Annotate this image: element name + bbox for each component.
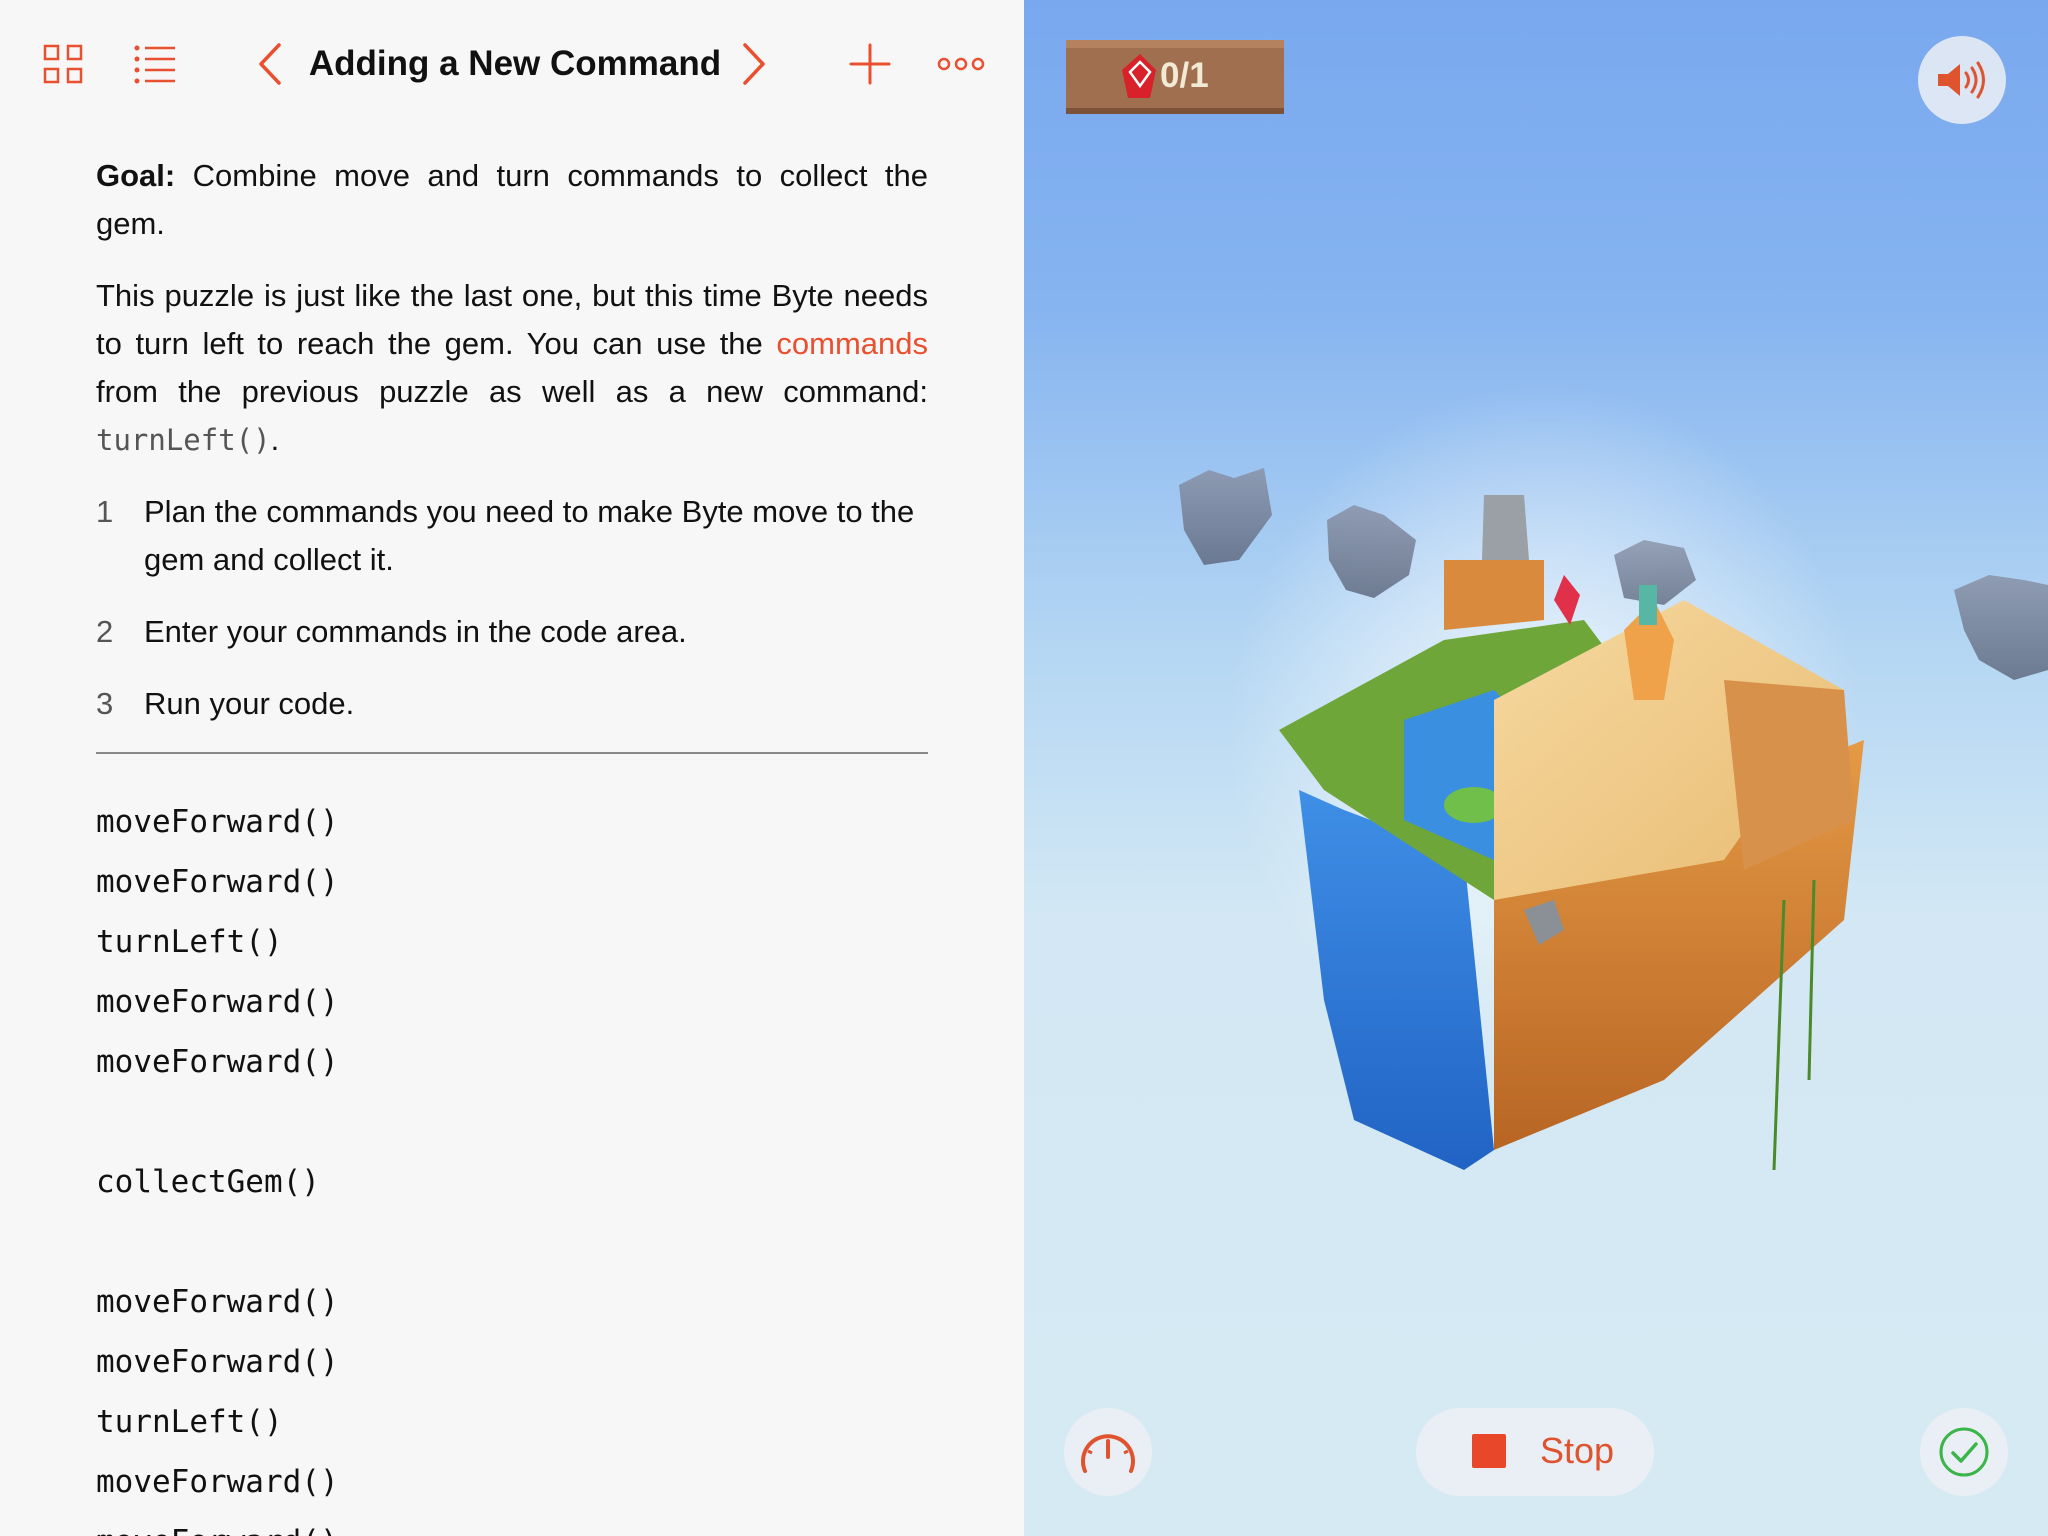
add-button[interactable] — [846, 36, 894, 92]
floating-rock — [1327, 505, 1416, 598]
inline-code: turnLeft() — [96, 423, 271, 457]
more-icon — [937, 57, 985, 71]
chevron-right-icon — [743, 43, 765, 85]
step-text: Run your code. — [144, 686, 355, 721]
description-paragraph: This puzzle is just like the last one, b… — [96, 272, 928, 464]
check-solution-button[interactable] — [1920, 1408, 2008, 1496]
divider — [96, 752, 928, 754]
code-line[interactable]: moveForward() — [96, 1332, 339, 1392]
plus-icon — [849, 43, 891, 85]
step-text: Enter your commands in the code area. — [144, 614, 687, 649]
stop-icon — [1472, 1434, 1506, 1468]
code-line[interactable]: moveForward() — [96, 1032, 339, 1092]
previous-page-button[interactable] — [252, 36, 288, 92]
list-icon — [134, 45, 175, 84]
checkmark-icon — [1939, 1427, 1989, 1477]
instructions-content: Goal: Combine move and turn commands to … — [96, 152, 928, 754]
steps-list: 1 Plan the commands you need to make Byte… — [96, 488, 928, 728]
speedometer-icon — [1081, 1434, 1135, 1473]
game-scene — [1179, 468, 2048, 1171]
page-title: Adding a New Command — [308, 44, 722, 83]
speaker-icon — [1938, 61, 1985, 99]
grid-view-button[interactable] — [40, 36, 86, 92]
step-number: 1 — [96, 494, 114, 529]
grid-icon — [43, 44, 83, 84]
glossary-list-button[interactable] — [130, 36, 180, 92]
code-line[interactable]: collectGem() — [96, 1152, 339, 1212]
step-item: 2 Enter your commands in the code area. — [96, 608, 928, 656]
description-text-2: from the previous puzzle as well as a ne… — [96, 374, 928, 409]
more-options-button[interactable] — [936, 36, 986, 92]
code-line[interactable] — [96, 1092, 339, 1152]
code-line[interactable]: moveForward() — [96, 852, 339, 912]
code-line[interactable]: moveForward() — [96, 1512, 339, 1536]
stop-button[interactable]: Stop — [1416, 1408, 1654, 1496]
next-page-button[interactable] — [736, 36, 772, 92]
chevron-left-icon — [259, 43, 281, 85]
game-view[interactable]: 0/1 Stop — [1024, 0, 2048, 1536]
puzzle-island — [1279, 495, 1864, 1171]
goal-paragraph: Goal: Combine move and turn commands to … — [96, 152, 928, 248]
code-line[interactable]: moveForward() — [96, 1272, 339, 1332]
code-line[interactable]: moveForward() — [96, 1452, 339, 1512]
goal-label: Goal: — [96, 158, 176, 193]
code-line[interactable]: moveForward() — [96, 792, 339, 852]
floating-rock — [1954, 575, 2048, 680]
commands-link[interactable]: commands — [776, 326, 928, 361]
code-editor[interactable]: moveForward() moveForward() turnLeft() m… — [96, 792, 339, 1536]
step-number: 2 — [96, 614, 114, 649]
code-line[interactable] — [96, 1212, 339, 1272]
stop-label: Stop — [1540, 1430, 1615, 1471]
step-item: 3 Run your code. — [96, 680, 928, 728]
code-line[interactable]: turnLeft() — [96, 912, 339, 972]
gem-counter: 0/1 — [1160, 56, 1209, 95]
code-line[interactable]: turnLeft() — [96, 1392, 339, 1452]
toolbar: Adding a New Command — [0, 0, 1024, 130]
step-number: 3 — [96, 686, 114, 721]
instructions-panel: Adding a New Command Goal: Combine move … — [0, 0, 1024, 1536]
code-line[interactable]: moveForward() — [96, 972, 339, 1032]
step-item: 1 Plan the commands you need to make Byte… — [96, 488, 928, 584]
floating-rock — [1179, 468, 1272, 565]
speed-button[interactable] — [1064, 1408, 1152, 1496]
step-text: Plan the commands you need to make Byte … — [144, 494, 915, 577]
description-end: . — [270, 422, 280, 457]
sound-button[interactable] — [1918, 36, 2006, 124]
goal-text: Combine move and turn commands to collec… — [96, 158, 928, 241]
